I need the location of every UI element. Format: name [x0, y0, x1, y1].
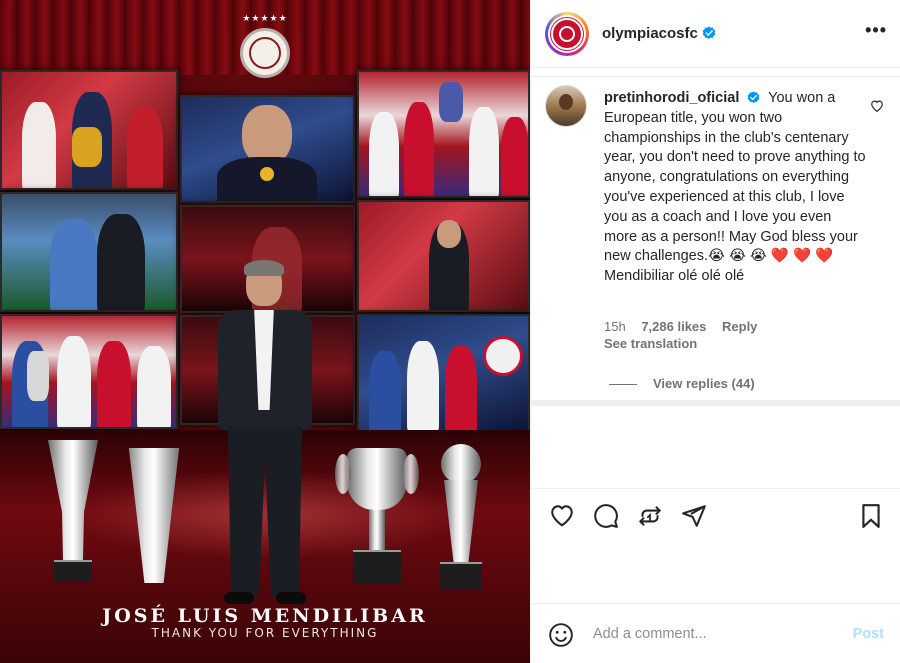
comment-text: You won a European title, you won two ch… [604, 90, 866, 285]
view-replies-button[interactable]: View replies (44) [609, 376, 755, 391]
comment-icon[interactable] [593, 503, 619, 529]
add-comment-bar: Add a comment... Post [531, 603, 900, 663]
share-icon[interactable] [681, 503, 707, 529]
comment-body: pretinhorodi_oficial You won a European … [604, 89, 866, 287]
emoji-icon[interactable] [548, 622, 574, 648]
caption-thanks: THANK YOU FOR EVERYTHING [151, 626, 379, 640]
post-image[interactable]: ★★★★★ JOSÉ LUIS MENDILIBAR THANK YOU FOR… [0, 0, 530, 663]
trophy-conference-league [42, 440, 104, 588]
bookmark-icon[interactable] [859, 503, 883, 529]
add-comment-input[interactable]: Add a comment... [593, 626, 707, 642]
heart-icon[interactable] [549, 503, 575, 527]
author-username[interactable]: olympiacosfc [602, 25, 698, 42]
comment-likes[interactable]: 7,286 likes [641, 319, 706, 334]
crest-stars: ★★★★★ [242, 14, 288, 24]
commenter-avatar[interactable] [545, 85, 587, 127]
caption-name: JOSÉ LUIS MENDILIBAR [102, 605, 428, 627]
more-options-icon[interactable]: ••• [865, 20, 887, 41]
coach-figure [210, 260, 320, 607]
verified-badge-icon [702, 26, 716, 39]
screen-top-left [0, 70, 178, 190]
reply-button[interactable]: Reply [722, 319, 757, 334]
screen-top-center [180, 95, 355, 203]
comment-time: 15h [604, 319, 626, 334]
screen-middle-left [0, 192, 178, 312]
author-avatar[interactable] [545, 12, 589, 56]
post-panel: olympiacosfc ••• pretinhorodi_oficial Yo… [530, 0, 900, 663]
commenter-username[interactable]: pretinhorodi_oficial [604, 90, 739, 106]
action-bar [531, 488, 900, 546]
comment-meta: 15h 7,286 likes Reply [604, 319, 769, 334]
club-crest-logo [240, 28, 290, 78]
see-translation-link[interactable]: See translation [604, 336, 697, 351]
trophy-league-cup [335, 448, 419, 588]
verified-badge-icon [748, 91, 760, 104]
trophy-ball-cup [436, 444, 486, 592]
screen-bottom-right [357, 314, 530, 432]
post-comment-button[interactable]: Post [853, 626, 884, 642]
comment-like-heart-icon[interactable] [870, 99, 884, 112]
trophy-silver-tall [120, 448, 188, 588]
screen-middle-right [357, 200, 530, 312]
post-header: olympiacosfc ••• [531, 0, 900, 68]
screen-top-right [357, 70, 530, 198]
repost-icon[interactable] [637, 503, 663, 529]
screen-bottom-left [0, 314, 178, 429]
comment-item: pretinhorodi_oficial You won a European … [531, 76, 900, 406]
